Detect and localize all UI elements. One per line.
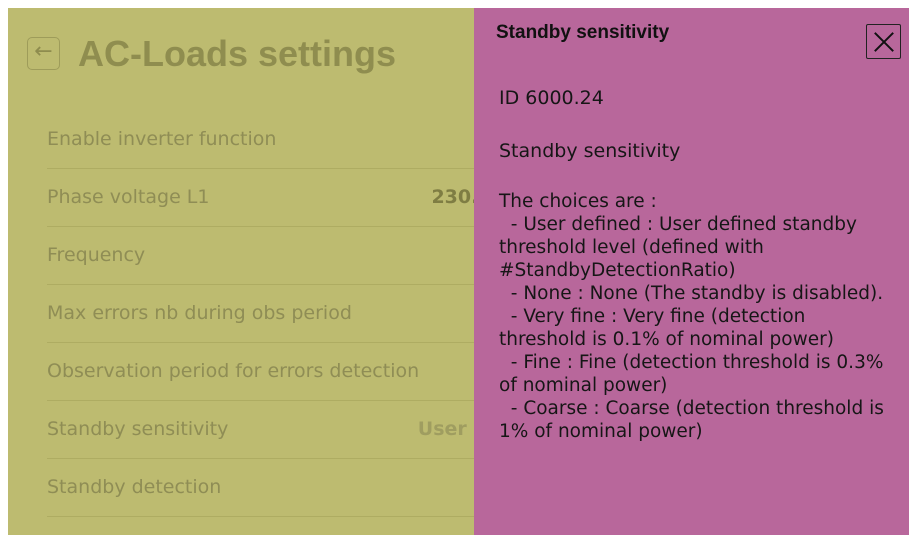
help-panel: Standby sensitivity ID 6000.24 Standby s… [474,8,909,535]
back-arrow-icon: ← [34,39,53,64]
setting-row-max-errors[interactable]: Max errors nb during obs period [47,285,474,343]
setting-row-phase-voltage[interactable]: Phase voltage L1 230.( [47,169,474,227]
choice-user-defined: - User defined : User defined standby th… [499,214,863,281]
setting-label: Standby detection [47,476,222,498]
setting-value: User d [417,418,474,440]
parameter-id: ID 6000.24 [499,87,604,109]
setting-row-frequency[interactable]: Frequency [47,227,474,285]
setting-label: Phase voltage L1 [47,186,210,208]
page-title: AC-Loads settings [78,33,397,74]
choices-description: The choices are : - User defined : User … [499,190,894,443]
setting-row-standby-sensitivity[interactable]: Standby sensitivity User d [47,401,474,459]
choice-none: - None : None (The standby is disabled). [499,283,884,304]
choices-intro: The choices are : [499,191,657,212]
setting-label: Standby sensitivity [47,418,229,440]
setting-label: Frequency [47,244,146,266]
back-button[interactable]: ← [27,37,60,70]
choice-coarse: - Coarse : Coarse (detection threshold i… [499,398,890,442]
close-button[interactable] [866,24,901,59]
setting-label: Observation period for errors detection [47,360,420,382]
setting-value: 230.( [431,186,474,208]
settings-page: ← AC-Loads settings Enable inverter func… [8,8,474,535]
settings-list: Enable inverter function Phase voltage L… [47,111,474,517]
parameter-name: Standby sensitivity [499,140,681,162]
setting-row-observation-period[interactable]: Observation period for errors detection [47,343,474,401]
choice-fine: - Fine : Fine (detection threshold is 0.… [499,352,890,396]
help-panel-title: Standby sensitivity [496,22,670,43]
choice-very-fine: - Very fine : Very fine (detection thres… [499,306,834,350]
setting-row-enable-inverter[interactable]: Enable inverter function [47,111,474,169]
setting-row-standby-detection[interactable]: Standby detection [47,459,474,517]
setting-label: Max errors nb during obs period [47,302,352,324]
setting-label: Enable inverter function [47,128,277,150]
